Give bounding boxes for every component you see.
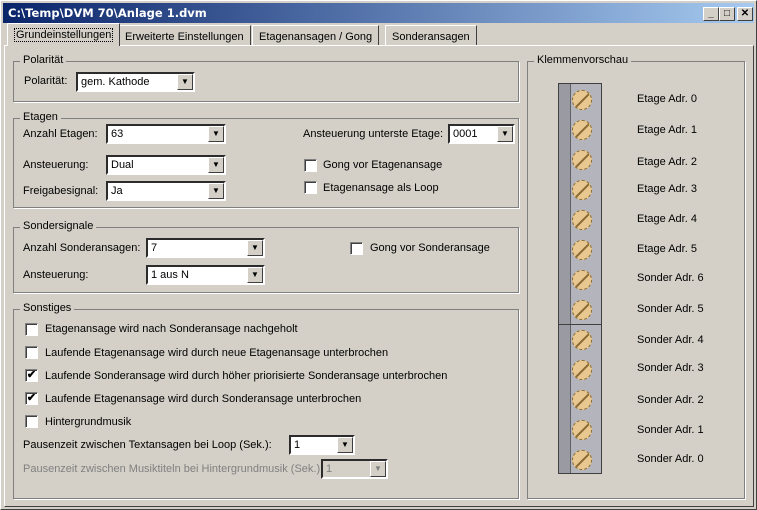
terminal-rail <box>559 84 571 473</box>
terminal-label: Sonder Adr. 2 <box>637 394 704 406</box>
pause-text-select[interactable]: 1 ▼ <box>289 435 355 455</box>
chevron-down-icon[interactable]: ▼ <box>177 74 193 90</box>
etagen-ansteuerung-label: Ansteuerung: <box>23 159 89 171</box>
option-label-0: Etagenansage wird nach Sonderansage nach… <box>45 323 298 335</box>
terminal-label: Sonder Adr. 1 <box>637 424 704 436</box>
screw-icon <box>572 240 592 260</box>
screw-icon <box>572 120 592 140</box>
freigabesignal-label: Freigabesignal: <box>23 185 99 197</box>
pause-musik-value: 1 <box>326 463 333 475</box>
chevron-down-icon[interactable]: ▼ <box>208 126 224 142</box>
screw-icon <box>572 330 592 350</box>
chevron-down-icon[interactable]: ▼ <box>208 157 224 173</box>
unterste-etage-select[interactable]: 0001 ▼ <box>448 124 515 144</box>
terminal-label: Etage Adr. 1 <box>637 124 697 136</box>
anzahl-etagen-select[interactable]: 63 ▼ <box>106 124 226 144</box>
group-sondersignale-title: Sondersignale <box>20 220 97 232</box>
terminal-label: Sonder Adr. 0 <box>637 453 704 465</box>
gong-vor-etagenansage-label: Gong vor Etagenansage <box>323 159 443 171</box>
group-sondersignale: Sondersignale <box>13 220 519 293</box>
screw-icon <box>572 210 592 230</box>
polaritaet-select[interactable]: gem. Kathode ▼ <box>76 72 195 92</box>
close-button[interactable]: ✕ <box>737 7 753 21</box>
chevron-down-icon[interactable]: ▼ <box>247 240 263 256</box>
sonder-ansteuerung-select[interactable]: 1 aus N ▼ <box>146 265 265 285</box>
option-checkbox-3[interactable]: ✔ <box>25 392 38 405</box>
group-sonstiges-title: Sonstiges <box>20 302 75 314</box>
terminal-block <box>558 83 602 474</box>
etagenansage-loop-label: Etagenansage als Loop <box>323 182 439 194</box>
main-window: C:\Temp\DVM 70\Anlage 1.dvm _ □ ✕ Grunde… <box>0 0 757 510</box>
title-bar[interactable]: C:\Temp\DVM 70\Anlage 1.dvm _ □ ✕ <box>3 3 754 23</box>
minimize-button[interactable]: _ <box>703 7 719 21</box>
sonder-ansteuerung-value: 1 aus N <box>151 269 189 281</box>
anzahl-etagen-value: 63 <box>111 128 124 140</box>
freigabesignal-value: Ja <box>111 185 123 197</box>
maximize-button[interactable]: □ <box>719 7 735 21</box>
chevron-down-icon[interactable]: ▼ <box>337 437 353 453</box>
anzahl-sonderansagen-label: Anzahl Sonderansagen: <box>23 242 141 254</box>
terminal-label: Etage Adr. 0 <box>637 93 697 105</box>
gong-vor-sonderansage-checkbox[interactable] <box>350 242 363 255</box>
terminal-label: Sonder Adr. 5 <box>637 303 704 315</box>
tab-grundeinstellungen[interactable]: Grundeinstellungen <box>7 23 121 46</box>
window-title: C:\Temp\DVM 70\Anlage 1.dvm <box>8 6 207 20</box>
tab-etagenansagen-gong[interactable]: Etagenansagen / Gong <box>252 25 380 46</box>
chevron-down-icon[interactable]: ▼ <box>247 267 263 283</box>
group-klemmenvorschau-title: Klemmenvorschau <box>534 54 632 66</box>
pause-musik-select: 1 ▼ <box>321 459 388 479</box>
screw-icon <box>572 150 592 170</box>
polaritaet-label: Polarität: <box>24 75 68 87</box>
screw-icon <box>572 360 592 380</box>
tab-sonderansagen[interactable]: Sonderansagen <box>385 25 477 46</box>
unterste-etage-value: 0001 <box>453 128 478 140</box>
etagenansage-loop-checkbox[interactable] <box>304 181 317 194</box>
screw-icon <box>572 180 592 200</box>
option-label-2: Laufende Sonderansage wird durch höher p… <box>45 370 448 382</box>
terminal-label: Etage Adr. 4 <box>637 213 697 225</box>
screw-icon <box>572 300 592 320</box>
terminal-label: Sonder Adr. 3 <box>637 362 704 374</box>
terminal-label: Etage Adr. 2 <box>637 156 697 168</box>
gong-vor-sonderansage-label: Gong vor Sonderansage <box>370 242 490 254</box>
freigabesignal-select[interactable]: Ja ▼ <box>106 181 226 201</box>
screw-icon <box>572 90 592 110</box>
chevron-down-icon[interactable]: ▼ <box>208 183 224 199</box>
etagen-ansteuerung-select[interactable]: Dual ▼ <box>106 155 226 175</box>
terminal-divider <box>559 324 601 325</box>
terminal-label: Etage Adr. 3 <box>637 183 697 195</box>
option-label-4: Hintergrundmusik <box>45 416 132 428</box>
terminal-label: Sonder Adr. 6 <box>637 272 704 284</box>
option-label-3: Laufende Etagenansage wird durch Sondera… <box>45 393 362 405</box>
option-checkbox-2[interactable]: ✔ <box>25 369 38 382</box>
pause-text-value: 1 <box>294 439 301 451</box>
polaritaet-value: gem. Kathode <box>81 76 150 88</box>
group-etagen-title: Etagen <box>20 111 61 123</box>
option-checkbox-4[interactable] <box>25 415 38 428</box>
terminal-label: Sonder Adr. 4 <box>637 334 704 346</box>
gong-vor-etagenansage-checkbox[interactable] <box>304 159 317 172</box>
tab-erweiterte-einstellungen[interactable]: Erweiterte Einstellungen <box>118 25 251 46</box>
pause-text-label: Pausenzeit zwischen Textansagen bei Loop… <box>23 439 272 451</box>
anzahl-etagen-label: Anzahl Etagen: <box>23 128 98 140</box>
option-checkbox-1[interactable] <box>25 346 38 359</box>
chevron-down-icon[interactable]: ▼ <box>497 126 513 142</box>
pause-musik-label: Pausenzeit zwischen Musiktiteln bei Hint… <box>23 463 324 475</box>
option-label-1: Laufende Etagenansage wird durch neue Et… <box>45 347 389 359</box>
chevron-down-icon: ▼ <box>370 461 386 477</box>
anzahl-sonderansagen-value: 7 <box>151 242 158 254</box>
screw-icon <box>572 390 592 410</box>
option-checkbox-0[interactable] <box>25 323 38 336</box>
anzahl-sonderansagen-select[interactable]: 7 ▼ <box>146 238 265 258</box>
terminal-label: Etage Adr. 5 <box>637 243 697 255</box>
group-polaritaet-title: Polarität <box>20 54 67 66</box>
screw-icon <box>572 450 592 470</box>
screw-icon <box>572 270 592 290</box>
unterste-etage-label: Ansteuerung unterste Etage: <box>303 128 444 140</box>
screw-icon <box>572 420 592 440</box>
sonder-ansteuerung-label: Ansteuerung: <box>23 269 89 281</box>
etagen-ansteuerung-value: Dual <box>111 159 134 171</box>
